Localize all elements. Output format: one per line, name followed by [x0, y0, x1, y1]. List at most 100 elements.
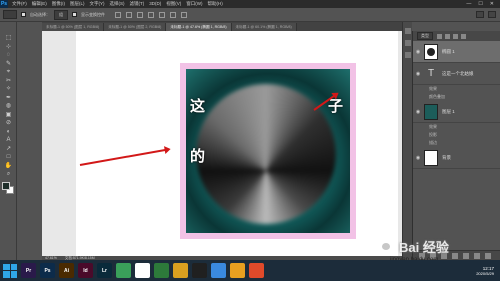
- taskbar-app[interactable]: [211, 263, 226, 278]
- document-tab[interactable]: 未标题-1 @ 50% (图层 2, RGB/8): [104, 23, 167, 31]
- align-middle-icon[interactable]: [159, 11, 165, 18]
- windows-start-icon[interactable]: [3, 263, 17, 278]
- taskbar: Pr Ps Ai Id Lr 12:17 2020/5/29: [0, 260, 500, 281]
- menu-select[interactable]: 选择(S): [110, 1, 125, 7]
- menu-view[interactable]: 视图(V): [166, 1, 181, 7]
- menu-layer[interactable]: 图层(L): [70, 1, 85, 7]
- document-tab[interactable]: 未标题-1 @ 50% (图层 1, RGB/8): [42, 23, 105, 31]
- align-right-icon[interactable]: [137, 11, 143, 18]
- toolbox: ⬚ ⊹ ◌ ✎ ⌖ ✂ ✧ ✒ ◍ ▣ ⊘ ◐ A ↗ □ ✋ ⌕: [0, 22, 17, 260]
- path-selection-tool-icon[interactable]: ↗: [2, 145, 15, 154]
- crop-tool-icon[interactable]: ⌖: [2, 68, 15, 77]
- canvas-area[interactable]: 这 子 的: [42, 31, 402, 260]
- menu-bar: 文件(F) 编辑(E) 图像(I) 图层(L) 文字(Y) 选择(S) 滤镜(T…: [12, 1, 223, 7]
- photoshop-logo: Ps: [0, 0, 8, 8]
- taskbar-app[interactable]: [135, 263, 150, 278]
- layer-effect-item[interactable]: 投影: [413, 131, 500, 139]
- menu-help[interactable]: 帮助(H): [208, 1, 223, 7]
- menu-type[interactable]: 文字(Y): [90, 1, 105, 7]
- menu-image[interactable]: 图像(I): [52, 1, 65, 7]
- radial-blur-ellipse: [196, 84, 336, 224]
- pixel-filter-icon[interactable]: [437, 33, 442, 39]
- layer-effect-item[interactable]: 描边: [413, 139, 500, 147]
- taskbar-app[interactable]: [192, 263, 207, 278]
- tool-preset-picker[interactable]: [3, 10, 17, 19]
- eye-icon[interactable]: ◉: [415, 109, 421, 115]
- distribute-icon[interactable]: [181, 11, 187, 18]
- layer-row[interactable]: ◉ T 这是一个北姑娘: [413, 63, 500, 85]
- layer-row[interactable]: ◉ 背景: [413, 147, 500, 169]
- auto-select-label: 自动选择：: [30, 11, 50, 17]
- hand-tool-icon[interactable]: ✋: [2, 162, 15, 171]
- transform-controls-checkbox[interactable]: [72, 12, 77, 17]
- zoom-tool-icon[interactable]: ⌕: [2, 170, 15, 179]
- align-center-icon[interactable]: [126, 11, 132, 18]
- auto-select-dropdown[interactable]: 组: [54, 9, 68, 20]
- marquee-tool-icon[interactable]: ⊹: [2, 43, 15, 52]
- menu-edit[interactable]: 编辑(E): [32, 1, 47, 7]
- taskbar-app[interactable]: [173, 263, 188, 278]
- close-button[interactable]: ✕: [490, 1, 494, 7]
- type-tool-icon[interactable]: A: [2, 136, 15, 145]
- history-panel-icon[interactable]: [405, 28, 411, 34]
- layer-effects-label[interactable]: 效果: [413, 85, 500, 93]
- taskbar-app[interactable]: [116, 263, 131, 278]
- gradient-tool-icon[interactable]: ◐: [2, 128, 15, 137]
- taskbar-app[interactable]: Pr: [21, 263, 36, 278]
- taskbar-app[interactable]: Ai: [59, 263, 74, 278]
- taskbar-app[interactable]: Ps: [40, 263, 55, 278]
- type-filter-icon[interactable]: [453, 33, 458, 39]
- menu-3d[interactable]: 3D(D): [149, 1, 161, 7]
- eye-icon[interactable]: ◉: [415, 71, 421, 77]
- layer-row[interactable]: ◉ 图层 1: [413, 101, 500, 123]
- taskbar-app[interactable]: Id: [78, 263, 93, 278]
- move-tool-icon[interactable]: ⬚: [2, 34, 15, 43]
- layer-name: 背景: [442, 154, 451, 160]
- system-tray-clock[interactable]: 12:17 2020/5/29: [476, 266, 500, 276]
- character-panel-icon[interactable]: [405, 52, 411, 58]
- baidu-jingyan-watermark: Bai 经验 jingyan.baidu.com: [376, 231, 486, 263]
- taskbar-app[interactable]: [230, 263, 245, 278]
- collapsed-panel-strip: [402, 22, 412, 260]
- layer-effect-item[interactable]: 颜色叠加: [413, 93, 500, 101]
- align-top-icon[interactable]: [148, 11, 154, 18]
- layer-kind-filter[interactable]: 类型: [417, 32, 433, 40]
- quick-select-tool-icon[interactable]: ✎: [2, 60, 15, 69]
- shape-filter-icon[interactable]: [461, 33, 466, 39]
- menu-file[interactable]: 文件(F): [12, 1, 27, 7]
- minimize-button[interactable]: —: [466, 1, 471, 7]
- menu-filter[interactable]: 滤镜(T): [130, 1, 145, 7]
- options-bar: 自动选择： 组 显示变换控件: [0, 8, 500, 22]
- clone-stamp-tool-icon[interactable]: ◍: [2, 102, 15, 111]
- taskbar-app[interactable]: Lr: [97, 263, 112, 278]
- layer-effects-label[interactable]: 效果: [413, 123, 500, 131]
- properties-panel-icon[interactable]: [405, 40, 411, 46]
- layer-row[interactable]: ◉ 椭圆 1: [413, 41, 500, 63]
- healing-brush-tool-icon[interactable]: ✧: [2, 85, 15, 94]
- history-brush-tool-icon[interactable]: ▣: [2, 111, 15, 120]
- foreground-color-swatch[interactable]: [2, 181, 10, 190]
- brush-tool-icon[interactable]: ✒: [2, 94, 15, 103]
- 3d-mode-icon[interactable]: [476, 11, 484, 18]
- eraser-tool-icon[interactable]: ⊘: [2, 119, 15, 128]
- workspace-switcher-icon[interactable]: [488, 11, 496, 18]
- eye-icon[interactable]: ◉: [415, 155, 421, 161]
- adjustment-filter-icon[interactable]: [445, 33, 450, 39]
- layer-thumbnail: [424, 103, 438, 120]
- maximize-button[interactable]: ☐: [478, 1, 482, 7]
- menu-window[interactable]: 窗口(W): [186, 1, 202, 7]
- document-tab[interactable]: 未标题-1 @ 60.1% (椭圆 1, RGB/8): [231, 23, 297, 31]
- shape-tool-icon[interactable]: □: [2, 153, 15, 162]
- taskbar-app[interactable]: [249, 263, 264, 278]
- auto-select-checkbox[interactable]: [21, 12, 26, 17]
- taskbar-app[interactable]: [154, 263, 169, 278]
- document-canvas[interactable]: 这 子 的: [76, 31, 398, 260]
- eye-icon[interactable]: ◉: [415, 49, 421, 55]
- document-tab-active[interactable]: 未标题-1 @ 47.6% (椭圆 1, RGB/8): [166, 23, 232, 31]
- document-tabs: 未标题-1 @ 50% (图层 1, RGB/8) 未标题-1 @ 50% (图…: [42, 22, 402, 31]
- align-left-icon[interactable]: [115, 11, 121, 18]
- align-buttons: [115, 11, 187, 18]
- eyedropper-tool-icon[interactable]: ✂: [2, 77, 15, 86]
- align-bottom-icon[interactable]: [170, 11, 176, 18]
- lasso-tool-icon[interactable]: ◌: [2, 51, 15, 60]
